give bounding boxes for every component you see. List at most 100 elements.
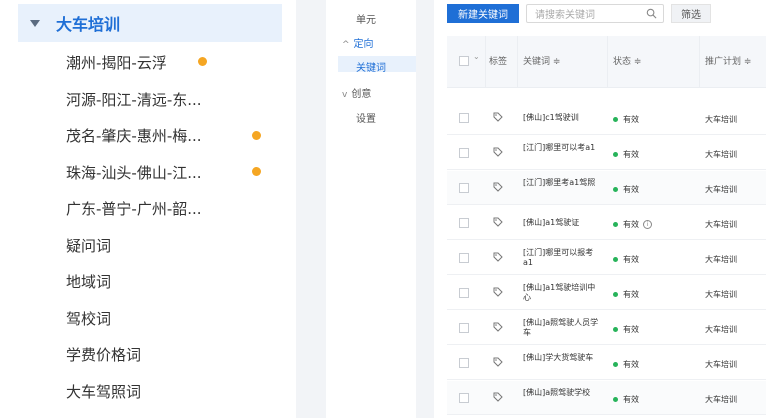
status-valid-dot-icon: [613, 117, 618, 122]
tree-item-label: 茂名-肇庆-惠州-梅...: [66, 126, 202, 145]
table-header: ⌄ 标签 关键词 ≑ 状态 ≑ 推广计划 ≑: [447, 36, 766, 88]
row-checkbox[interactable]: [459, 288, 469, 298]
new-keyword-button[interactable]: 新建关键词: [447, 4, 519, 23]
row-checkbox[interactable]: [459, 183, 469, 193]
keyword-text: [佛山]a照驾驶学校: [523, 388, 591, 397]
nav-item-label: 定向: [353, 39, 374, 50]
status-label: 有效: [623, 255, 639, 264]
search-placeholder: 请搜索关键词: [535, 10, 595, 21]
keyword-text: [佛山]a照驾驶人员学车: [523, 318, 599, 337]
tree-item-label: 河源-阳江-清远-东...: [66, 90, 202, 109]
tree-item-label: 驾校词: [66, 309, 112, 328]
pending-dot-icon: [252, 167, 261, 176]
status-cell: 有效 i: [613, 219, 652, 230]
status-valid-dot-icon: [613, 292, 618, 297]
keyword-text: [佛山]a1驾驶培训中心: [523, 283, 596, 302]
info-icon[interactable]: i: [643, 220, 652, 229]
row-checkbox[interactable]: [459, 393, 469, 403]
table-row[interactable]: [佛山]学大货驾驶车 有效 大车培训: [447, 346, 766, 380]
tag-icon[interactable]: [493, 112, 503, 122]
nav-item-targeting[interactable]: ^ 定向: [342, 35, 374, 50]
nav-item-settings[interactable]: 设置: [356, 110, 376, 125]
row-checkbox[interactable]: [459, 253, 469, 263]
status-cell: 有效: [613, 149, 639, 160]
status-valid-dot-icon: [613, 187, 618, 192]
tag-icon[interactable]: [493, 392, 503, 402]
tag-icon[interactable]: [493, 217, 503, 227]
keyword-text: [佛山]a1驾驶证: [523, 218, 580, 227]
select-all-checkbox[interactable]: [459, 56, 469, 66]
table-row[interactable]: [江门]哪里考a1驾照 有效 大车培训: [447, 171, 766, 205]
row-checkbox[interactable]: [459, 218, 469, 228]
status-label: 有效: [623, 150, 639, 159]
tree-item-label: 学费价格词: [66, 345, 142, 364]
tree-item-label: 珠海-汕头-佛山-江...: [66, 163, 202, 182]
tree-item-unit[interactable]: 大车驾照词: [66, 379, 266, 403]
search-icon[interactable]: [646, 8, 657, 19]
tree-item-unit[interactable]: 河源-阳江-清远-东...: [66, 87, 266, 111]
keyword-text: [佛山]学大货驾驶车: [523, 353, 594, 362]
tree-root-plan[interactable]: 大车培训: [18, 4, 282, 42]
tree-item-unit[interactable]: 地域词: [66, 269, 266, 293]
keyword-text: [江门]哪里考a1驾照: [523, 178, 596, 187]
panel-divider: [416, 0, 434, 418]
table-row[interactable]: [江门]哪里可以考a1 有效 大车培训: [447, 136, 766, 170]
tag-icon[interactable]: [493, 182, 503, 192]
status-label: 有效: [623, 185, 639, 194]
status-label: 有效: [623, 220, 639, 229]
tag-icon[interactable]: [493, 147, 503, 157]
tree-item-unit[interactable]: 茂名-肇庆-惠州-梅...: [66, 123, 266, 147]
tree-item-label: 广东-普宁-广州-韶...: [66, 199, 202, 218]
filter-button[interactable]: 筛选: [671, 4, 711, 23]
tree-item-unit[interactable]: 学费价格词: [66, 342, 266, 366]
table-row[interactable]: [佛山]a照驾驶学校 有效 大车培训: [447, 381, 766, 415]
tag-icon[interactable]: [493, 287, 503, 297]
keyword-text: [江门]哪里可以考a1: [523, 143, 596, 152]
column-header-plan[interactable]: 推广计划 ≑: [705, 54, 751, 67]
plan-name: 大车培训: [705, 255, 737, 264]
column-header-keyword[interactable]: 关键词 ≑: [523, 54, 560, 67]
tree-item-label: 潮州-揭阳-云浮: [66, 53, 167, 72]
nav-item-keywords[interactable]: 关键词: [356, 59, 386, 74]
chevron-down-icon[interactable]: ⌄: [473, 52, 480, 61]
tag-icon[interactable]: [493, 322, 503, 332]
status-valid-dot-icon: [613, 327, 618, 332]
caret-down-icon[interactable]: [30, 19, 40, 27]
status-valid-dot-icon: [613, 257, 618, 262]
column-divider: [607, 36, 608, 88]
nav-item-creative[interactable]: v 创意: [342, 85, 371, 100]
nav-item-label: 创意: [351, 89, 372, 100]
status-label: 有效: [623, 115, 639, 124]
tag-icon[interactable]: [493, 357, 503, 367]
nav-item-label: 关键词: [356, 63, 386, 74]
column-divider: [485, 36, 486, 88]
plan-name: 大车培训: [705, 325, 737, 334]
table-row[interactable]: [佛山]c1驾驶训 有效 大车培训: [447, 101, 766, 135]
row-checkbox[interactable]: [459, 358, 469, 368]
status-label: 有效: [623, 290, 639, 299]
row-checkbox[interactable]: [459, 113, 469, 123]
tree-item-unit[interactable]: 疑问词: [66, 233, 266, 257]
row-checkbox[interactable]: [459, 148, 469, 158]
column-header-status[interactable]: 状态 ≑: [613, 54, 641, 67]
table-row[interactable]: [佛山]a1驾驶证 有效 i 大车培训: [447, 206, 766, 240]
pending-dot-icon: [252, 131, 261, 140]
plan-name: 大车培训: [705, 360, 737, 369]
table-row[interactable]: [佛山]a照驾驶人员学车 有效 大车培训: [447, 311, 766, 345]
tag-icon[interactable]: [493, 252, 503, 262]
column-divider: [699, 36, 700, 88]
tree-item-unit[interactable]: 珠海-汕头-佛山-江...: [66, 160, 266, 184]
status-cell: 有效: [613, 114, 639, 125]
keyword-search-input[interactable]: 请搜索关键词: [526, 4, 664, 23]
status-valid-dot-icon: [613, 152, 618, 157]
table-row[interactable]: [佛山]a1驾驶培训中心 有效 大车培训: [447, 276, 766, 310]
tree-item-unit[interactable]: 驾校词: [66, 306, 266, 330]
row-checkbox[interactable]: [459, 323, 469, 333]
tree-item-unit[interactable]: 潮州-揭阳-云浮: [66, 50, 266, 74]
nav-item-unit[interactable]: 单元: [356, 11, 376, 26]
plan-name: 大车培训: [705, 290, 737, 299]
keyword-group-tree: 大车培训 潮州-揭阳-云浮 河源-阳江-清远-东... 茂名-肇庆-惠州-梅..…: [0, 0, 296, 418]
tree-item-unit[interactable]: 广东-普宁-广州-韶...: [66, 196, 266, 220]
table-row[interactable]: [江门]哪里可以报考a1 有效 大车培训: [447, 241, 766, 275]
status-cell: 有效: [613, 184, 639, 195]
